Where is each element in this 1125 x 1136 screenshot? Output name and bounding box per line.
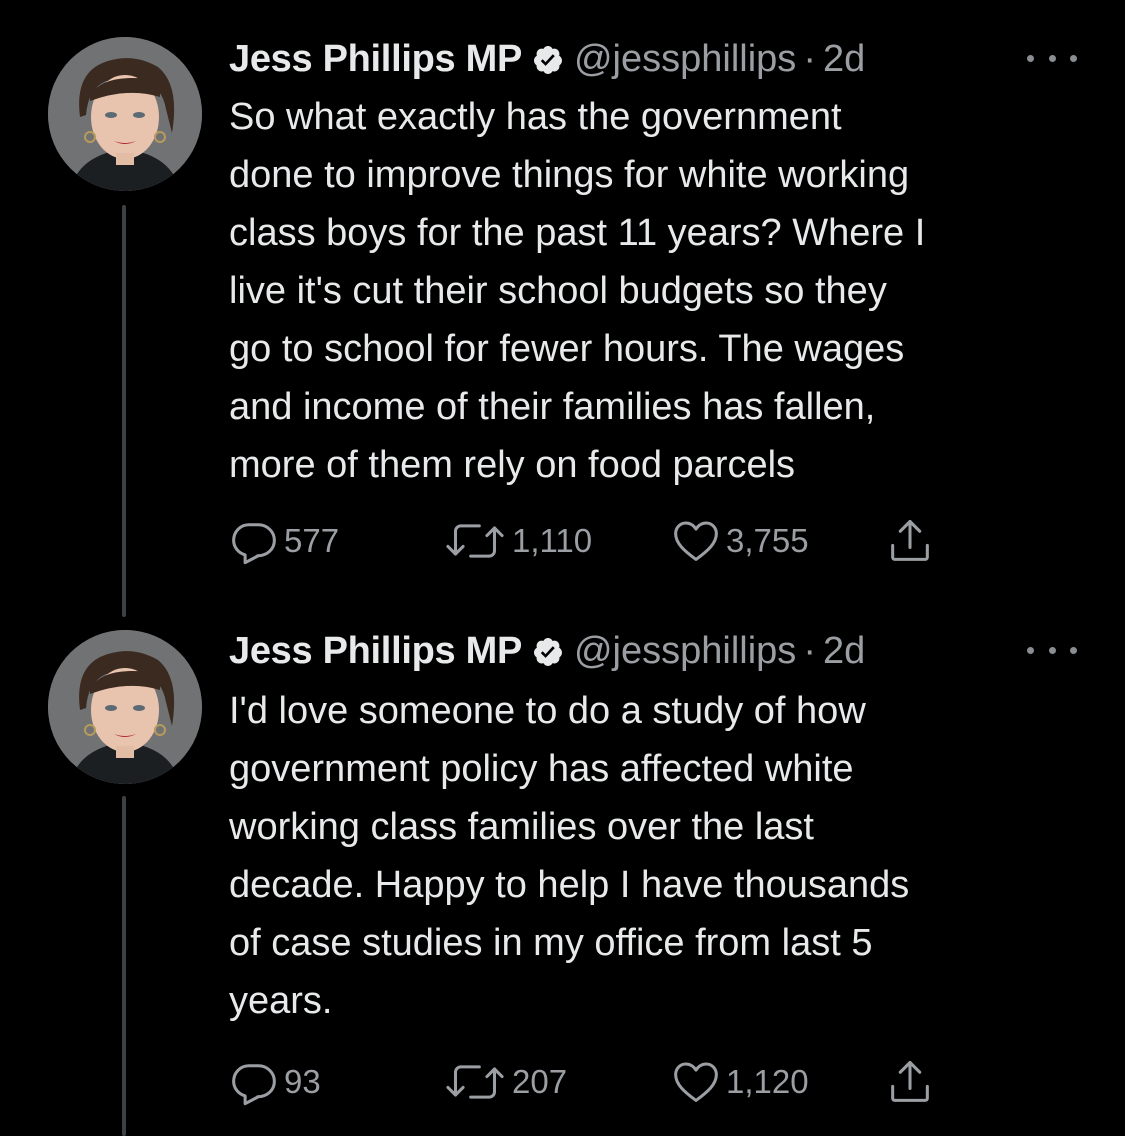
tweet[interactable]: Jess Phillips MP @jessphillips · 2d So w… xyxy=(0,0,1125,617)
reply-icon xyxy=(228,1056,280,1108)
reply-count: 93 xyxy=(284,1063,321,1100)
separator-dot: · xyxy=(803,629,816,672)
more-options-icon[interactable] xyxy=(1027,46,1077,70)
retweet-count: 1,110 xyxy=(512,522,593,559)
handle[interactable]: @jessphillips xyxy=(574,38,796,81)
display-name[interactable]: Jess Phillips MP xyxy=(229,630,522,673)
tweet-header: Jess Phillips MP @jessphillips · 2d xyxy=(229,34,865,84)
like-button[interactable]: 1,120 xyxy=(670,1056,809,1108)
verified-badge-icon xyxy=(532,43,564,75)
tweet-actions: 577 1,110 3,755 xyxy=(0,515,1125,567)
retweet-button[interactable]: 207 xyxy=(442,1056,567,1108)
share-icon xyxy=(884,515,936,567)
reply-button[interactable]: 577 xyxy=(228,515,339,567)
tweet-header: Jess Phillips MP @jessphillips · 2d xyxy=(229,626,865,676)
retweet-count: 207 xyxy=(512,1063,568,1100)
retweet-icon xyxy=(442,1056,508,1108)
avatar-photo xyxy=(48,630,202,784)
verified-badge-icon xyxy=(532,635,564,667)
timestamp[interactable]: 2d xyxy=(823,38,865,81)
reply-count: 577 xyxy=(284,522,340,559)
like-count: 1,120 xyxy=(726,1063,809,1100)
reply-button[interactable]: 93 xyxy=(228,1056,321,1108)
share-icon xyxy=(884,1056,936,1108)
tweet-text: So what exactly has the government done … xyxy=(229,96,926,486)
share-button[interactable] xyxy=(884,1056,936,1108)
avatar[interactable] xyxy=(48,630,202,784)
share-button[interactable] xyxy=(884,515,936,567)
handle[interactable]: @jessphillips xyxy=(574,630,796,673)
heart-icon xyxy=(670,1056,722,1108)
reply-icon xyxy=(228,515,280,567)
tweet[interactable]: Jess Phillips MP @jessphillips · 2d I'd … xyxy=(0,610,1125,1136)
tweet-actions: 93 207 1,120 xyxy=(0,1056,1125,1108)
avatar-photo xyxy=(48,37,202,191)
like-count: 3,755 xyxy=(726,522,809,559)
tweet-text: I'd love someone to do a study of how go… xyxy=(229,690,910,1022)
avatar[interactable] xyxy=(48,37,202,191)
timestamp[interactable]: 2d xyxy=(823,630,865,673)
retweet-button[interactable]: 1,110 xyxy=(442,515,592,567)
more-options-icon[interactable] xyxy=(1027,638,1077,662)
display-name[interactable]: Jess Phillips MP xyxy=(229,38,522,81)
like-button[interactable]: 3,755 xyxy=(670,515,809,567)
retweet-icon xyxy=(442,515,508,567)
separator-dot: · xyxy=(803,37,816,80)
heart-icon xyxy=(670,515,722,567)
